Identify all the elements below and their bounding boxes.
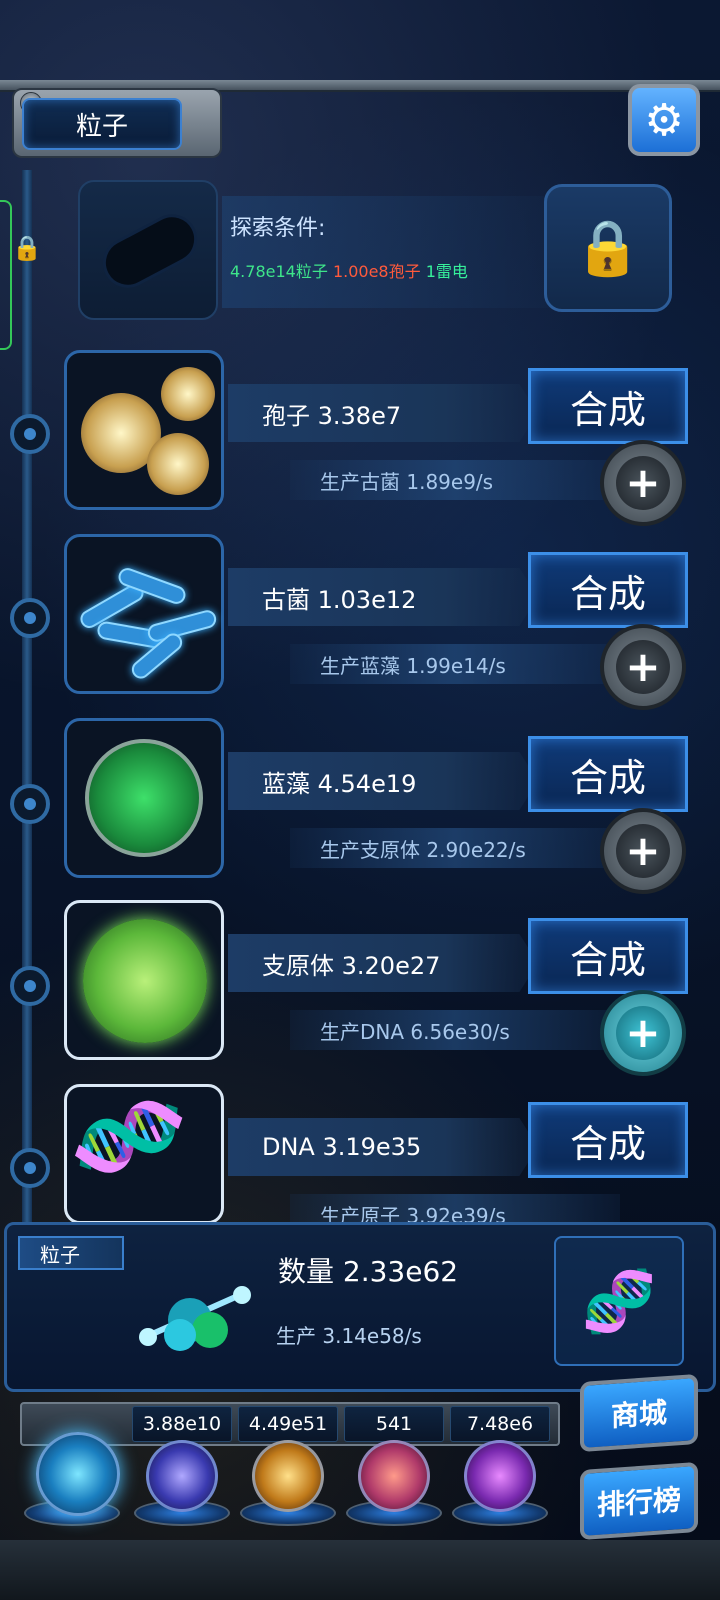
explore-conditions: 4.78e14粒子 1.00e8孢子 1雷电 bbox=[230, 258, 468, 282]
lock-icon: 🔒 bbox=[12, 234, 42, 262]
unit-rate: 生产支原体 2.90e22/s bbox=[290, 828, 620, 868]
particle-molecule-icon bbox=[139, 1286, 251, 1351]
leaderboard-button[interactable]: 排行榜 bbox=[580, 1461, 698, 1541]
resource-galaxy-value: 7.48e6 bbox=[450, 1406, 550, 1442]
unit-name: 古菌 1.03e12 bbox=[228, 568, 538, 626]
gear-icon: ⚙ bbox=[644, 94, 684, 146]
unit-name: 蓝藻 4.54e19 bbox=[228, 752, 538, 810]
unit-name: 孢子 3.38e7 bbox=[228, 384, 538, 442]
upgrade-button[interactable]: + bbox=[600, 808, 686, 894]
resource-thunder-value: 3.88e10 bbox=[132, 1406, 232, 1442]
plus-icon: + bbox=[616, 640, 670, 694]
cond-spores: 1.00e8孢子 bbox=[332, 262, 421, 281]
dna-emblem-icon: 🧬 bbox=[554, 1236, 684, 1366]
resource-brain-value: 541 bbox=[344, 1406, 444, 1442]
resource-rate: 生产 3.14e58/s bbox=[276, 1324, 422, 1348]
cond-particles: 4.78e14粒子 bbox=[230, 262, 328, 281]
upgrade-button[interactable]: + bbox=[600, 440, 686, 526]
brain-orb-button[interactable] bbox=[358, 1440, 430, 1512]
upgrade-button[interactable]: + bbox=[600, 624, 686, 710]
padlock-icon: 🔒 bbox=[574, 216, 642, 279]
dna-thumbnail: 🧬 bbox=[64, 1076, 224, 1224]
unit-row-mycoplasma: 支原体 3.20e27 生产DNA 6.56e30/s 合成 + bbox=[0, 900, 720, 1080]
side-lock-frame bbox=[0, 200, 12, 350]
locked-unit-thumbnail bbox=[78, 180, 218, 320]
archaea-thumbnail bbox=[64, 534, 224, 694]
settings-button[interactable]: ⚙ bbox=[628, 84, 700, 156]
plus-icon: + bbox=[616, 456, 670, 510]
unlock-button[interactable]: 🔒 bbox=[544, 184, 672, 312]
galaxy-orb-button[interactable] bbox=[464, 1440, 536, 1512]
plus-icon: + bbox=[616, 824, 670, 878]
particle-orb-button[interactable] bbox=[36, 1432, 120, 1516]
explore-title: 探索条件: bbox=[230, 216, 326, 241]
shop-button[interactable]: 商城 bbox=[580, 1373, 698, 1453]
mycoplasma-thumbnail bbox=[64, 900, 224, 1060]
dna-helix-icon: 🧬 bbox=[66, 1076, 192, 1198]
spore-thumbnail bbox=[64, 350, 224, 510]
unit-name: 支原体 3.20e27 bbox=[228, 934, 538, 992]
star-orb-button[interactable] bbox=[252, 1440, 324, 1512]
resource-star-value: 4.49e51 bbox=[238, 1406, 338, 1442]
plus-icon: + bbox=[616, 1006, 670, 1060]
unit-name: DNA 3.19e35 bbox=[228, 1118, 538, 1176]
cond-thunder: 1雷电 bbox=[425, 262, 468, 281]
thunder-orb-button[interactable] bbox=[146, 1440, 218, 1512]
unit-rate: 生产DNA 6.56e30/s bbox=[290, 1010, 620, 1050]
synthesize-button[interactable]: 合成 bbox=[528, 368, 688, 444]
cyanobacteria-thumbnail bbox=[64, 718, 224, 878]
unit-row-spore: 孢子 3.38e7 生产古菌 1.89e9/s 合成 + bbox=[0, 350, 720, 530]
synthesize-button[interactable]: 合成 bbox=[528, 552, 688, 628]
unit-row-cyanobacteria: 蓝藻 4.54e19 生产支原体 2.90e22/s 合成 + bbox=[0, 718, 720, 898]
synthesize-button[interactable]: 合成 bbox=[528, 1102, 688, 1178]
synthesize-button[interactable]: 合成 bbox=[528, 736, 688, 812]
bottom-frame bbox=[0, 1540, 720, 1600]
bacillus-silhouette-icon bbox=[94, 205, 206, 297]
page-title: 粒子 bbox=[22, 98, 182, 150]
unit-row-archaea: 古菌 1.03e12 生产蓝藻 1.99e14/s 合成 + bbox=[0, 534, 720, 714]
resource-count: 数量 2.33e62 bbox=[278, 1255, 459, 1288]
unit-rate: 生产古菌 1.89e9/s bbox=[290, 460, 620, 500]
synthesize-button[interactable]: 合成 bbox=[528, 918, 688, 994]
upgrade-button[interactable]: + bbox=[600, 990, 686, 1076]
unit-rate: 生产蓝藻 1.99e14/s bbox=[290, 644, 620, 684]
resource-tag: 粒子 bbox=[18, 1236, 124, 1270]
